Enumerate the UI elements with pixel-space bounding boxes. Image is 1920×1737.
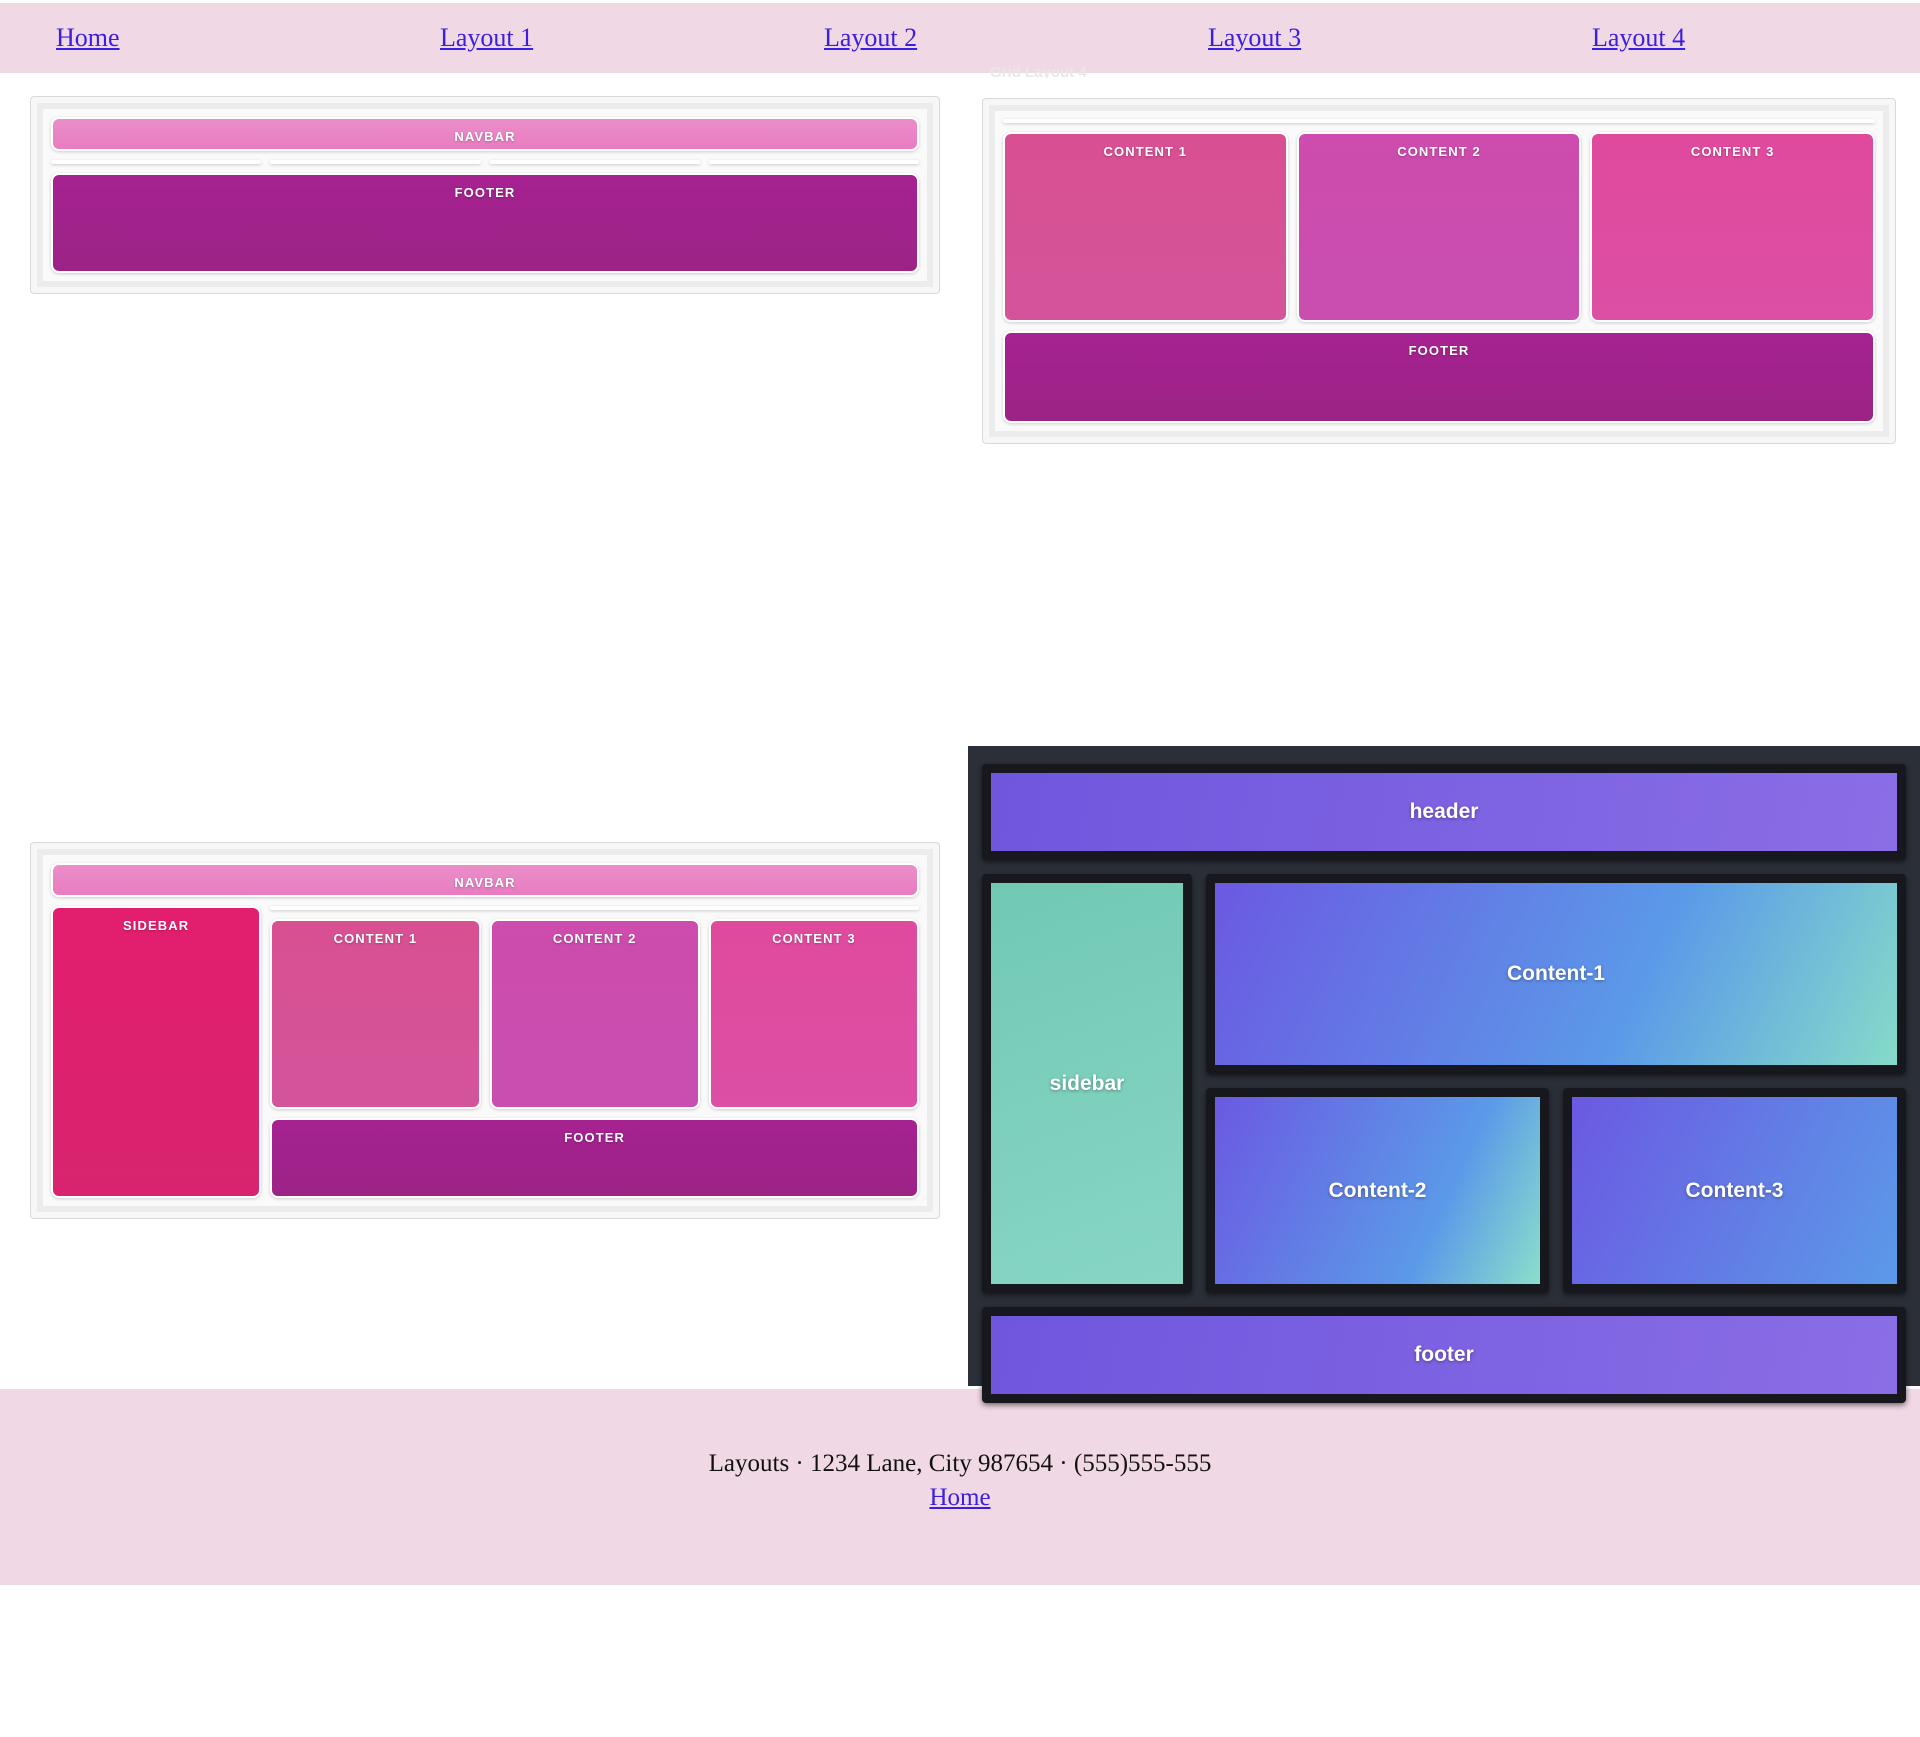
layout-1-content2-cell: CONTENT 2: [489, 160, 700, 164]
layout-3-footer-label: FOOTER: [564, 1130, 625, 1145]
layout-3-grid: NAVBAR SIDEBAR MAIN CONTENT 1 CONTENT 2 …: [43, 855, 927, 1206]
layout-3-navbar-label: NAVBAR: [454, 875, 516, 890]
layout-3-content3-label: CONTENT 3: [772, 931, 856, 946]
layout-4-content2-cell: Content-2: [1206, 1088, 1549, 1293]
layout-4-footer-label: footer: [1414, 1343, 1474, 1366]
layout-3-quadrant: NAVBAR SIDEBAR MAIN CONTENT 1 CONTENT 2 …: [0, 746, 968, 1386]
nav-link-home[interactable]: Home: [56, 23, 120, 53]
nav-link-layout-2[interactable]: Layout 2: [824, 23, 917, 53]
layout-4-panel: header sidebar Content-1 Content-2 Conte…: [968, 746, 1920, 1403]
nav-slot-home: Home: [56, 23, 440, 53]
layout-4-content3-cell: Content-3: [1563, 1088, 1906, 1293]
layout-2-grid: MAIN CONTENT 1 CONTENT 2 CONTENT 3 FOOTE…: [995, 111, 1883, 431]
layout-4-content2-label: Content-2: [1328, 1178, 1427, 1202]
layout-1-footer-label: FOOTER: [454, 185, 516, 200]
layout-3-sidebar-cell: SIDEBAR: [51, 906, 262, 1198]
layout-2-panel: MAIN CONTENT 1 CONTENT 2 CONTENT 3 FOOTE…: [982, 98, 1896, 444]
layout-1-sidebar-cell: SIDEBAR: [51, 160, 262, 164]
layout-3-content1-cell: CONTENT 1: [270, 919, 481, 1109]
layout-1-quadrant: NAVBAR SIDEBAR CONTENT 1 CONTENT 2 CONTE…: [0, 76, 968, 746]
layout-4-sidebar-cell: sidebar: [982, 874, 1192, 1293]
layout-3-sidebar-label: SIDEBAR: [123, 918, 190, 933]
page-footer: Layouts · 1234 Lane, City 987654 · (555)…: [0, 1386, 1920, 1585]
layout-2-quadrant: Grid Layout 4 MAIN CONTENT 1 CONTENT 2 C…: [968, 64, 1920, 746]
layout-4-header-label: header: [1409, 800, 1479, 823]
layout-demo-grid: NAVBAR SIDEBAR CONTENT 1 CONTENT 2 CONTE…: [0, 64, 1920, 1403]
layout-3-main-cell: MAIN: [270, 906, 919, 910]
top-navigation: Home Layout 1 Layout 2 Layout 3 Layout 4: [0, 0, 1920, 76]
footer-home-link[interactable]: Home: [929, 1484, 990, 1511]
layout-1-panel: NAVBAR SIDEBAR CONTENT 1 CONTENT 2 CONTE…: [30, 96, 940, 294]
layout-3-footer-cell: FOOTER: [270, 1118, 919, 1198]
layout-1-content1-cell: CONTENT 1: [270, 160, 481, 164]
nav-link-layout-3[interactable]: Layout 3: [1208, 23, 1301, 53]
layout-1-footer-cell: FOOTER: [51, 173, 919, 273]
layout-1-content3-cell: CONTENT 3: [708, 160, 919, 164]
layout-1-grid: NAVBAR SIDEBAR CONTENT 1 CONTENT 2 CONTE…: [43, 109, 927, 281]
nav-slot-layout-4: Layout 4: [1592, 23, 1920, 53]
layout-4-content1-cell: Content-1: [1206, 874, 1906, 1074]
layout-4-sidebar-label: sidebar: [1049, 1071, 1125, 1095]
layout-2-content2-label: CONTENT 2: [1397, 144, 1481, 159]
nav-link-layout-4[interactable]: Layout 4: [1592, 23, 1685, 53]
layout-2-content1-cell: CONTENT 1: [1003, 132, 1288, 322]
layout-2-main-cell: MAIN: [1003, 119, 1875, 123]
layout-2-content1-label: CONTENT 1: [1103, 144, 1188, 159]
layout-1-navbar-label: NAVBAR: [454, 129, 516, 144]
layout-2-content3-label: CONTENT 3: [1690, 144, 1775, 159]
nav-slot-layout-3: Layout 3: [1208, 23, 1592, 53]
layout-2-content3-cell: CONTENT 3: [1590, 132, 1875, 322]
layout-3-content2-cell: CONTENT 2: [489, 919, 700, 1109]
layout-4-footer-cell: footer: [982, 1307, 1906, 1403]
layout-4-content3-label: Content-3: [1685, 1178, 1784, 1202]
layout-4-content1-label: Content-1: [1507, 962, 1605, 985]
layout-3-content2-label: CONTENT 2: [552, 931, 637, 946]
nav-slot-layout-1: Layout 1: [440, 23, 824, 53]
layout-3-navbar-cell: NAVBAR: [51, 863, 919, 897]
nav-link-layout-1[interactable]: Layout 1: [440, 23, 533, 53]
layout-4-quadrant: header sidebar Content-1 Content-2 Conte…: [968, 746, 1920, 1403]
layout-2-content2-cell: CONTENT 2: [1296, 132, 1582, 322]
layout-3-panel: NAVBAR SIDEBAR MAIN CONTENT 1 CONTENT 2 …: [30, 842, 940, 1219]
nav-slot-layout-2: Layout 2: [824, 23, 1208, 53]
layout-1-navbar-cell: NAVBAR: [51, 117, 919, 151]
layout-4-header-cell: header: [982, 764, 1906, 860]
layout-3-content3-cell: CONTENT 3: [708, 919, 919, 1109]
footer-address: Layouts · 1234 Lane, City 987654 · (555)…: [708, 1450, 1212, 1477]
layout-2-heading: Grid Layout 4: [990, 64, 1087, 78]
layout-3-content1-label: CONTENT 1: [333, 931, 418, 946]
layout-2-footer-label: FOOTER: [1408, 343, 1470, 358]
layout-2-footer-cell: FOOTER: [1003, 331, 1875, 423]
